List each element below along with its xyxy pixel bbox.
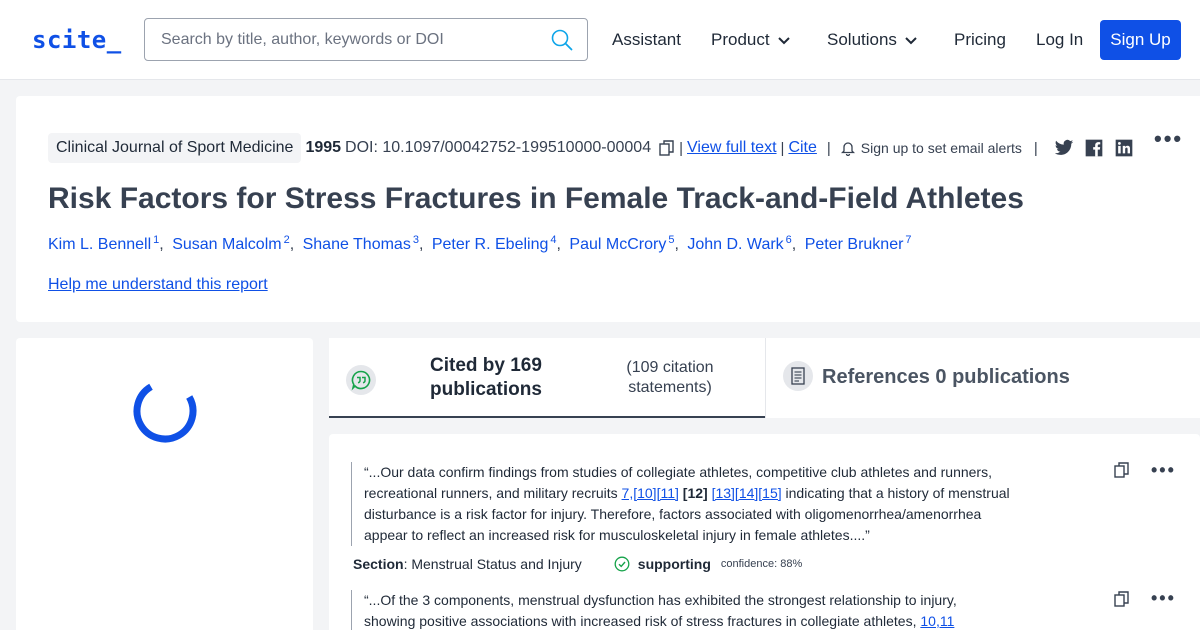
statement-meta: Section: Menstrual Status and Injury sup…	[353, 556, 802, 572]
author[interactable]: Peter R. Ebeling 4	[432, 234, 557, 253]
reference-link[interactable]: 7,[10][11]	[622, 485, 679, 501]
classification-badge: supporting	[637, 556, 711, 572]
citation-statements-list: “...Our data confirm findings from studi…	[329, 434, 1200, 630]
more-options-icon[interactable]: •••	[1154, 126, 1183, 152]
copy-icon[interactable]	[659, 140, 675, 156]
separator: |	[679, 139, 683, 157]
bell-icon[interactable]	[840, 140, 855, 156]
author[interactable]: Susan Malcolm 2	[172, 234, 290, 253]
author[interactable]: Kim L. Bennell 1	[48, 234, 159, 253]
view-full-text-link[interactable]: View full text	[687, 139, 777, 157]
tab-cited-by[interactable]: Cited by 169 publications (109 citation …	[329, 338, 765, 418]
tab-references[interactable]: References 0 publications	[765, 338, 1200, 418]
author[interactable]: Paul McCrory 5	[569, 234, 674, 253]
nav-product[interactable]: Product	[711, 30, 790, 50]
nav-login[interactable]: Log In	[1036, 30, 1083, 50]
citation-statement: “...Of the 3 components, menstrual dysfu…	[351, 590, 1011, 630]
journal-name[interactable]: Clinical Journal of Sport Medicine	[48, 133, 302, 163]
facebook-icon[interactable]	[1084, 138, 1104, 158]
reference-link[interactable]: [13][14][15]	[712, 485, 782, 501]
confidence-score: confidence: 88%	[720, 558, 803, 570]
citation-statements-count: (109 citation statements)	[626, 359, 714, 396]
chevron-down-icon	[777, 36, 790, 44]
nav-product-label: Product	[711, 30, 770, 49]
nav-solutions[interactable]: Solutions	[827, 30, 917, 50]
article-card: Clinical Journal of Sport Medicine 1995 …	[16, 96, 1200, 322]
nav-solutions-label: Solutions	[827, 30, 897, 49]
nav-assistant[interactable]: Assistant	[612, 30, 681, 50]
sign-up-button[interactable]: Sign Up	[1100, 20, 1181, 60]
cite-link[interactable]: Cite	[788, 139, 816, 157]
cited-by-count: Cited by 169 publications	[430, 355, 542, 400]
doi: DOI: 10.1097/00042752-199510000-00004	[345, 139, 652, 156]
reference-link[interactable]: 10,11	[920, 613, 954, 629]
citation-tabs: Cited by 169 publications (109 citation …	[329, 338, 1200, 418]
statement-more-icon[interactable]: •••	[1151, 460, 1176, 481]
section-value: : Menstrual Status and Injury	[403, 556, 582, 572]
help-understand-link[interactable]: Help me understand this report	[48, 276, 268, 294]
nav-pricing[interactable]: Pricing	[954, 30, 1006, 50]
citation-statement: “...Our data confirm findings from studi…	[351, 462, 1011, 546]
copy-icon[interactable]	[1114, 462, 1130, 478]
publication-year: 1995	[305, 139, 342, 156]
reference-highlighted[interactable]: [12]	[683, 485, 708, 501]
statement-more-icon[interactable]: •••	[1151, 588, 1176, 609]
article-title: Risk Factors for Stress Fractures in Fem…	[48, 182, 1024, 215]
search-box[interactable]	[144, 18, 588, 61]
copy-icon[interactable]	[1114, 591, 1130, 607]
linkedin-icon[interactable]	[1114, 138, 1134, 158]
left-panel	[16, 338, 313, 630]
article-meta-row: Clinical Journal of Sport Medicine 1995 …	[48, 132, 1140, 164]
search-input[interactable]	[161, 19, 541, 60]
chevron-down-icon	[905, 36, 917, 44]
section-label: Section	[353, 556, 404, 572]
twitter-icon[interactable]	[1054, 138, 1074, 158]
references-count: References 0 publications	[822, 366, 1070, 388]
email-alerts-link[interactable]: Sign up to set email alerts	[861, 140, 1022, 156]
document-icon	[783, 361, 813, 391]
author[interactable]: Shane Thomas 3	[303, 234, 419, 253]
author[interactable]: Peter Brukner 7	[805, 234, 912, 253]
separator: |	[826, 139, 831, 157]
top-navbar: scite_ Assistant Product Solutions Prici…	[0, 0, 1200, 80]
search-icon[interactable]	[551, 29, 573, 51]
scite-logo[interactable]: scite_	[32, 26, 122, 54]
loading-spinner-icon	[133, 383, 197, 443]
author-list: Kim L. Bennell 1, Susan Malcolm 2, Shane T…	[48, 234, 912, 254]
separator: |	[780, 139, 785, 157]
separator: |	[1033, 139, 1038, 157]
check-circle-icon	[614, 556, 630, 572]
chat-bubble-icon	[346, 365, 376, 395]
author[interactable]: John D. Wark 6	[687, 234, 791, 253]
